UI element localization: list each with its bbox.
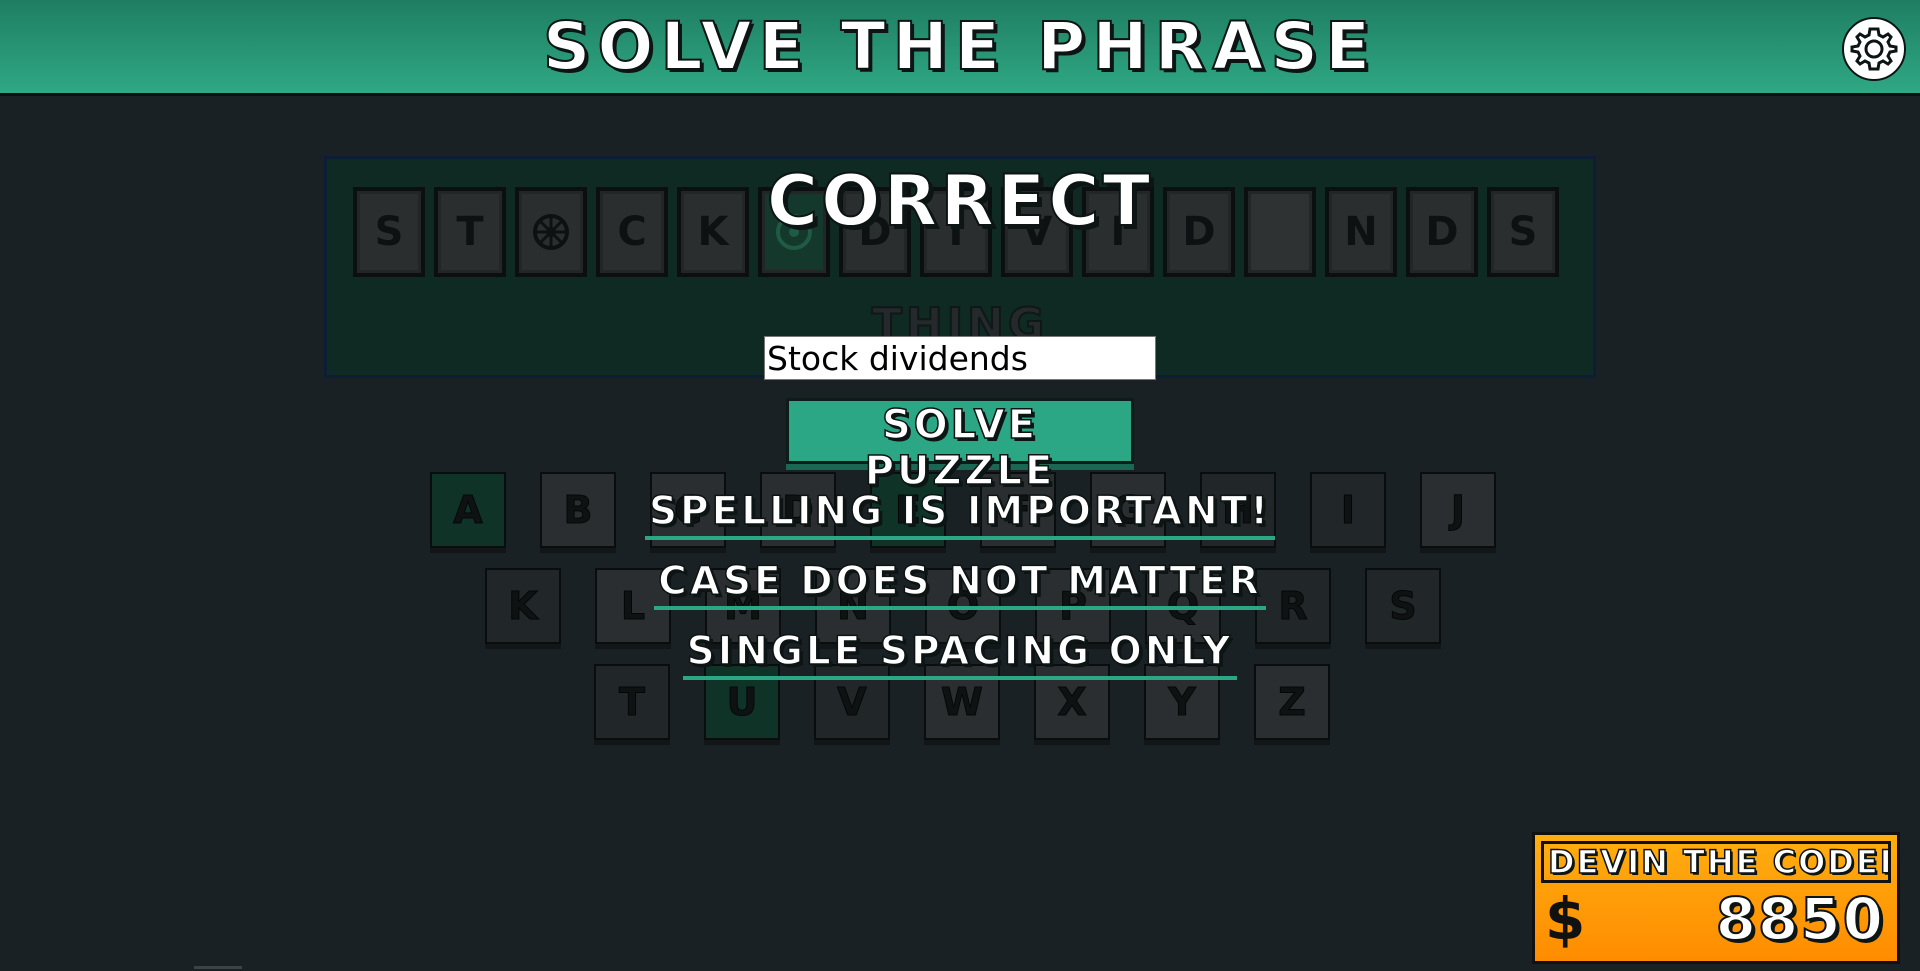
rule-text: SPELLING IS IMPORTANT! xyxy=(644,489,1276,540)
settings-button[interactable] xyxy=(1842,17,1906,81)
rule-spelling: SPELLING IS IMPORTANT! xyxy=(0,489,1920,540)
player-amount: 8850 xyxy=(1715,884,1885,954)
rule-spacing: SINGLE SPACING ONLY xyxy=(0,629,1920,680)
currency-symbol: $ xyxy=(1545,885,1586,953)
rule-text: SINGLE SPACING ONLY xyxy=(682,629,1238,680)
solve-puzzle-button[interactable]: SOLVE PUZZLE xyxy=(786,398,1134,495)
player-name: DEVIN THE CODER xyxy=(1541,841,1891,883)
rule-text: CASE DOES NOT MATTER xyxy=(654,559,1266,610)
scroll-indicator xyxy=(194,966,242,969)
player-score-card: DEVIN THE CODER $ 8850 xyxy=(1532,832,1900,964)
header-bar: SOLVE THE PHRASE xyxy=(0,0,1920,96)
page-title: SOLVE THE PHRASE xyxy=(542,7,1378,86)
answer-input[interactable] xyxy=(764,336,1156,380)
gear-icon xyxy=(1850,27,1898,71)
player-money: $ 8850 xyxy=(1541,883,1891,955)
rule-case: CASE DOES NOT MATTER xyxy=(0,559,1920,610)
result-title: CORRECT xyxy=(766,159,1154,243)
